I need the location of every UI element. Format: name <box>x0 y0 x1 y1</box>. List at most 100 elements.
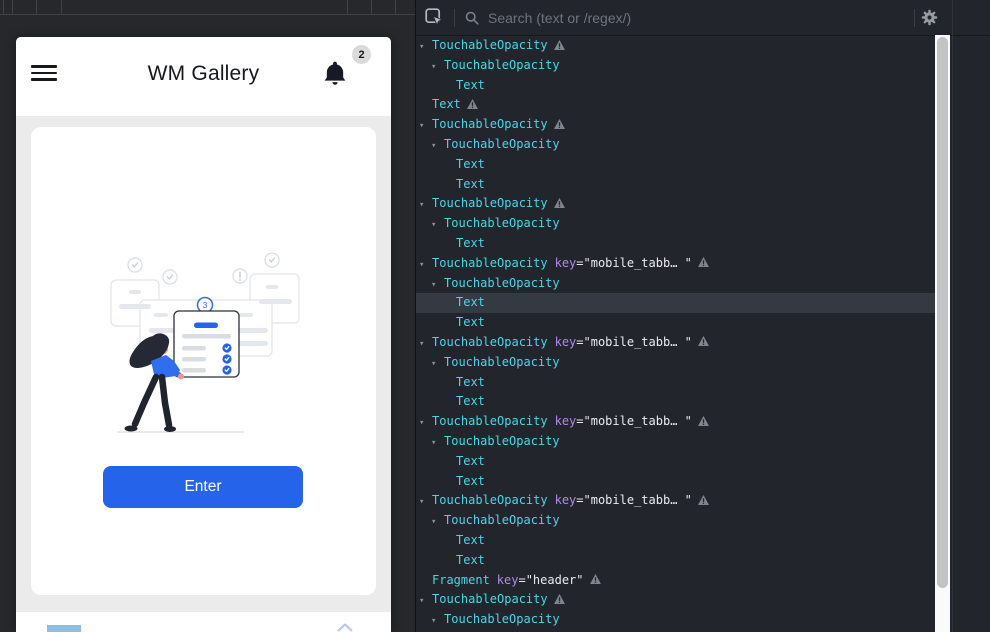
tree-row[interactable]: ▾TouchableOpacitykey="mobile_tabb… " <box>416 333 935 353</box>
tab-separator <box>36 0 37 14</box>
component-name: TouchableOpacity <box>444 355 560 369</box>
component-name: TouchableOpacity <box>432 256 548 270</box>
tree-row[interactable]: Fragmentkey="header" <box>416 571 935 591</box>
app-preview-pane: WM Gallery 2 <box>0 0 415 632</box>
expand-arrow-icon[interactable]: ▾ <box>431 434 444 454</box>
expand-arrow-icon[interactable]: ▾ <box>431 137 444 157</box>
tree-row[interactable]: Text <box>416 95 935 115</box>
tab-separator <box>3 0 4 14</box>
search-input[interactable]: Search (text or /regex/) <box>488 10 631 26</box>
tree-row[interactable]: ▾TouchableOpacity <box>416 274 935 294</box>
tree-row[interactable]: ▾TouchableOpacity <box>416 590 935 610</box>
warning-icon <box>554 594 565 604</box>
expand-arrow-icon[interactable]: ▾ <box>419 335 432 355</box>
expand-arrow-icon[interactable]: ▾ <box>419 493 432 513</box>
tree-row[interactable]: Text <box>416 551 935 571</box>
component-name: TouchableOpacity <box>444 216 560 230</box>
tab-separator <box>371 0 372 14</box>
component-name: Text <box>456 236 485 250</box>
phone-frame: WM Gallery 2 <box>16 37 391 632</box>
expand-arrow-icon[interactable]: ▾ <box>419 592 432 612</box>
component-name: Text <box>456 315 485 329</box>
tree-row[interactable]: Text <box>416 472 935 492</box>
bottom-bar <box>16 612 391 632</box>
tab-separator <box>395 0 396 14</box>
search-icon <box>465 11 479 25</box>
tree-row[interactable]: Text <box>416 531 935 551</box>
expand-arrow-icon[interactable]: ▾ <box>431 612 444 632</box>
warning-icon <box>698 257 709 267</box>
home-icon <box>336 623 354 632</box>
component-name: Text <box>456 394 485 408</box>
expand-arrow-icon[interactable]: ▾ <box>431 513 444 533</box>
expand-arrow-icon[interactable]: ▾ <box>431 58 444 78</box>
component-name: TouchableOpacity <box>444 276 560 290</box>
expand-arrow-icon[interactable]: ▾ <box>419 256 432 276</box>
tree-row[interactable]: ▾TouchableOpacity <box>416 56 935 76</box>
tree-row[interactable]: ▾TouchableOpacitykey="mobile_tabb… " <box>416 491 935 511</box>
warning-icon <box>554 198 565 208</box>
warning-icon <box>467 99 478 109</box>
component-name: Text <box>456 375 485 389</box>
tree-row[interactable]: ▾TouchableOpacitykey="mobile_tabb… " <box>416 412 935 432</box>
scrollbar[interactable] <box>935 35 950 632</box>
key-attribute: key <box>555 414 577 428</box>
component-name: Text <box>456 553 485 567</box>
warning-icon <box>554 40 565 50</box>
component-name: Text <box>432 97 461 111</box>
notification-badge: 2 <box>352 45 371 64</box>
tab-separator <box>347 0 348 14</box>
login-card: 3 <box>31 127 376 595</box>
tree-row[interactable]: Text <box>416 155 935 175</box>
warning-icon <box>554 119 565 129</box>
component-name: TouchableOpacity <box>432 592 548 606</box>
warning-icon <box>698 495 709 505</box>
tree-row[interactable]: ▾TouchableOpacity <box>416 115 935 135</box>
expand-arrow-icon[interactable]: ▾ <box>419 196 432 216</box>
expand-arrow-icon[interactable]: ▾ <box>419 117 432 137</box>
tree-row[interactable]: ▾TouchableOpacity <box>416 214 935 234</box>
tree-row[interactable]: ▾TouchableOpacity <box>416 353 935 373</box>
key-attribute: key <box>555 335 577 349</box>
tree-row[interactable]: Text <box>416 76 935 96</box>
expand-arrow-icon[interactable]: ▾ <box>419 414 432 434</box>
tree-row[interactable]: Text <box>416 452 935 472</box>
component-name: Text <box>456 295 485 309</box>
expand-arrow-icon[interactable]: ▾ <box>431 355 444 375</box>
expand-arrow-icon[interactable]: ▾ <box>431 276 444 296</box>
tree-row[interactable]: Text <box>416 175 935 195</box>
key-attribute: key <box>555 493 577 507</box>
tree-row[interactable]: Text <box>416 293 935 313</box>
tree-row[interactable]: ▾TouchableOpacity <box>416 511 935 531</box>
component-name: TouchableOpacity <box>432 493 548 507</box>
settings-gear-button[interactable] <box>921 9 938 26</box>
expand-arrow-icon[interactable]: ▾ <box>431 216 444 236</box>
component-name: TouchableOpacity <box>444 137 560 151</box>
app-header: WM Gallery 2 <box>16 37 391 116</box>
tab-separator <box>12 0 13 14</box>
devtools-search-bar: Search (text or /regex/) <box>416 0 990 36</box>
top-tab-strip <box>0 0 415 15</box>
app-content: 3 <box>16 116 391 632</box>
tree-row[interactable]: Text <box>416 373 935 393</box>
tree-row[interactable]: Text <box>416 392 935 412</box>
tree-row[interactable]: ▾TouchableOpacity <box>416 432 935 452</box>
enter-button[interactable]: Enter <box>103 466 303 508</box>
tree-row[interactable]: Text <box>416 313 935 333</box>
tree-row[interactable]: ▾TouchableOpacity <box>416 36 935 56</box>
warning-icon <box>698 336 709 346</box>
tree-row[interactable]: ▾TouchableOpacity <box>416 135 935 155</box>
expand-arrow-icon[interactable]: ▾ <box>419 38 432 58</box>
illustration: 3 <box>99 253 310 439</box>
key-attribute: key <box>555 256 577 270</box>
tree-row[interactable]: ▾TouchableOpacity <box>416 610 935 630</box>
notification-bell-icon[interactable] <box>322 60 348 88</box>
tree-row[interactable]: Text <box>416 234 935 254</box>
tree-row[interactable]: ▾TouchableOpacity <box>416 194 935 214</box>
component-name: TouchableOpacity <box>432 414 548 428</box>
scrollbar-thumb[interactable] <box>937 37 948 588</box>
inspect-element-button[interactable] <box>425 8 444 27</box>
warning-icon <box>590 574 601 584</box>
tree-row[interactable]: ▾TouchableOpacitykey="mobile_tabb… " <box>416 254 935 274</box>
component-name: Fragment <box>432 573 490 587</box>
